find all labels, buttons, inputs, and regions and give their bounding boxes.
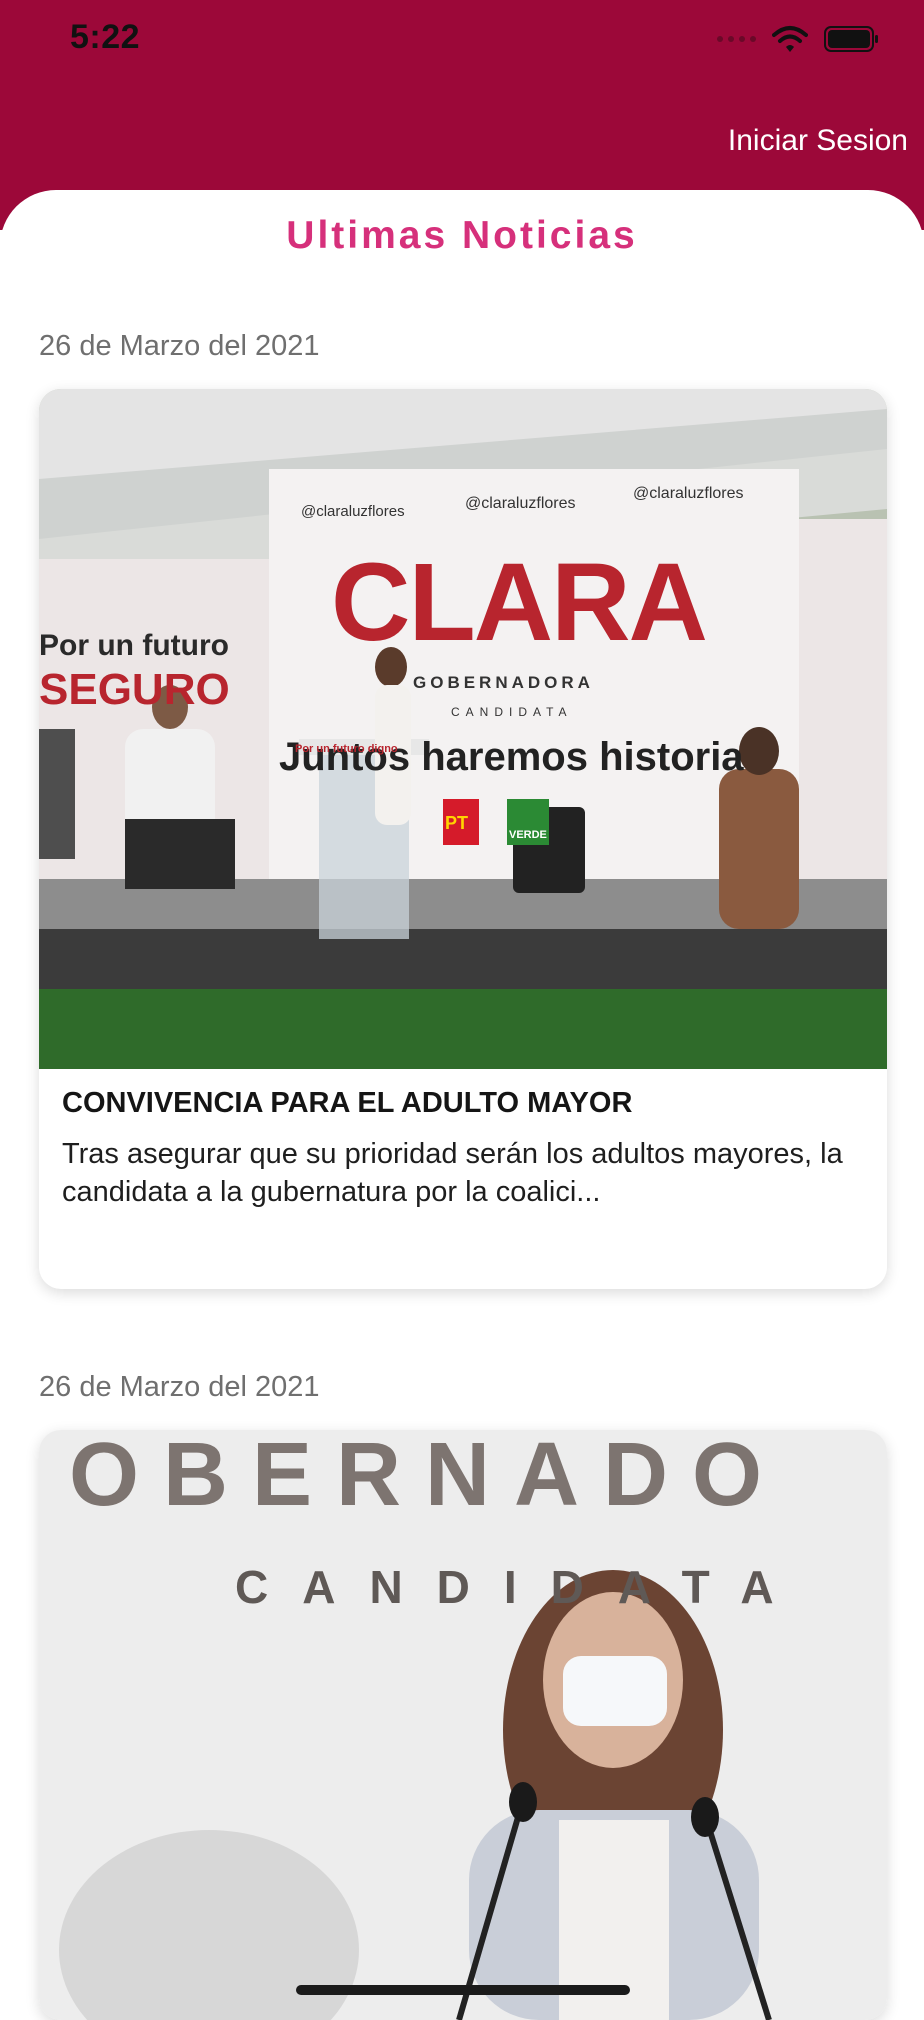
page-title: Ultimas Noticias xyxy=(286,214,638,257)
home-indicator xyxy=(296,1985,630,1995)
image-social-facebook: @claraluzflores xyxy=(633,485,744,502)
image-party-verde: VERDE xyxy=(509,829,547,841)
news-date: 26 de Marzo del 2021 xyxy=(39,1371,320,1403)
news-title: CONVIVENCIA PARA EL ADULTO MAYOR xyxy=(62,1087,633,1119)
image-banner-role: GOBERNADORA xyxy=(413,673,594,692)
image-banner-name: CLARA xyxy=(331,541,708,664)
news-image: OBERNADO CANDIDATA xyxy=(39,1430,887,2020)
image-social-twitter: @claraluzflores xyxy=(301,503,405,520)
login-link[interactable]: Iniciar Sesion xyxy=(728,124,908,158)
news-summary: Tras asegurar que su prioridad serán los… xyxy=(62,1138,843,1208)
status-bar: 5:22 xyxy=(0,0,924,80)
image-social-instagram: @claraluzflores xyxy=(465,495,576,512)
wifi-icon xyxy=(772,26,808,52)
image-banner-sub: CANDIDATA xyxy=(235,1561,808,1613)
image-side-slogan-2: SEGURO xyxy=(39,665,230,714)
cellular-signal-icon xyxy=(717,36,756,42)
news-image: @claraluzflores @claraluzflores @claralu… xyxy=(39,389,887,1069)
image-podium-text: Por un futuro digno xyxy=(295,743,398,755)
news-card[interactable]: @claraluzflores @claraluzflores @claralu… xyxy=(39,389,887,1289)
image-banner-slogan: Juntos haremos historia xyxy=(279,735,744,779)
image-party-pt: PT xyxy=(445,813,469,833)
battery-icon xyxy=(824,26,878,52)
status-icons xyxy=(717,24,880,54)
news-card[interactable]: OBERNADO CANDIDATA xyxy=(39,1430,887,2020)
status-time: 5:22 xyxy=(70,18,141,56)
image-banner-role: OBERNADO xyxy=(69,1430,787,1525)
image-side-slogan-1: Por un futuro xyxy=(39,629,229,662)
news-date: 26 de Marzo del 2021 xyxy=(39,330,320,362)
image-banner-sub: CANDIDATA xyxy=(451,705,573,719)
